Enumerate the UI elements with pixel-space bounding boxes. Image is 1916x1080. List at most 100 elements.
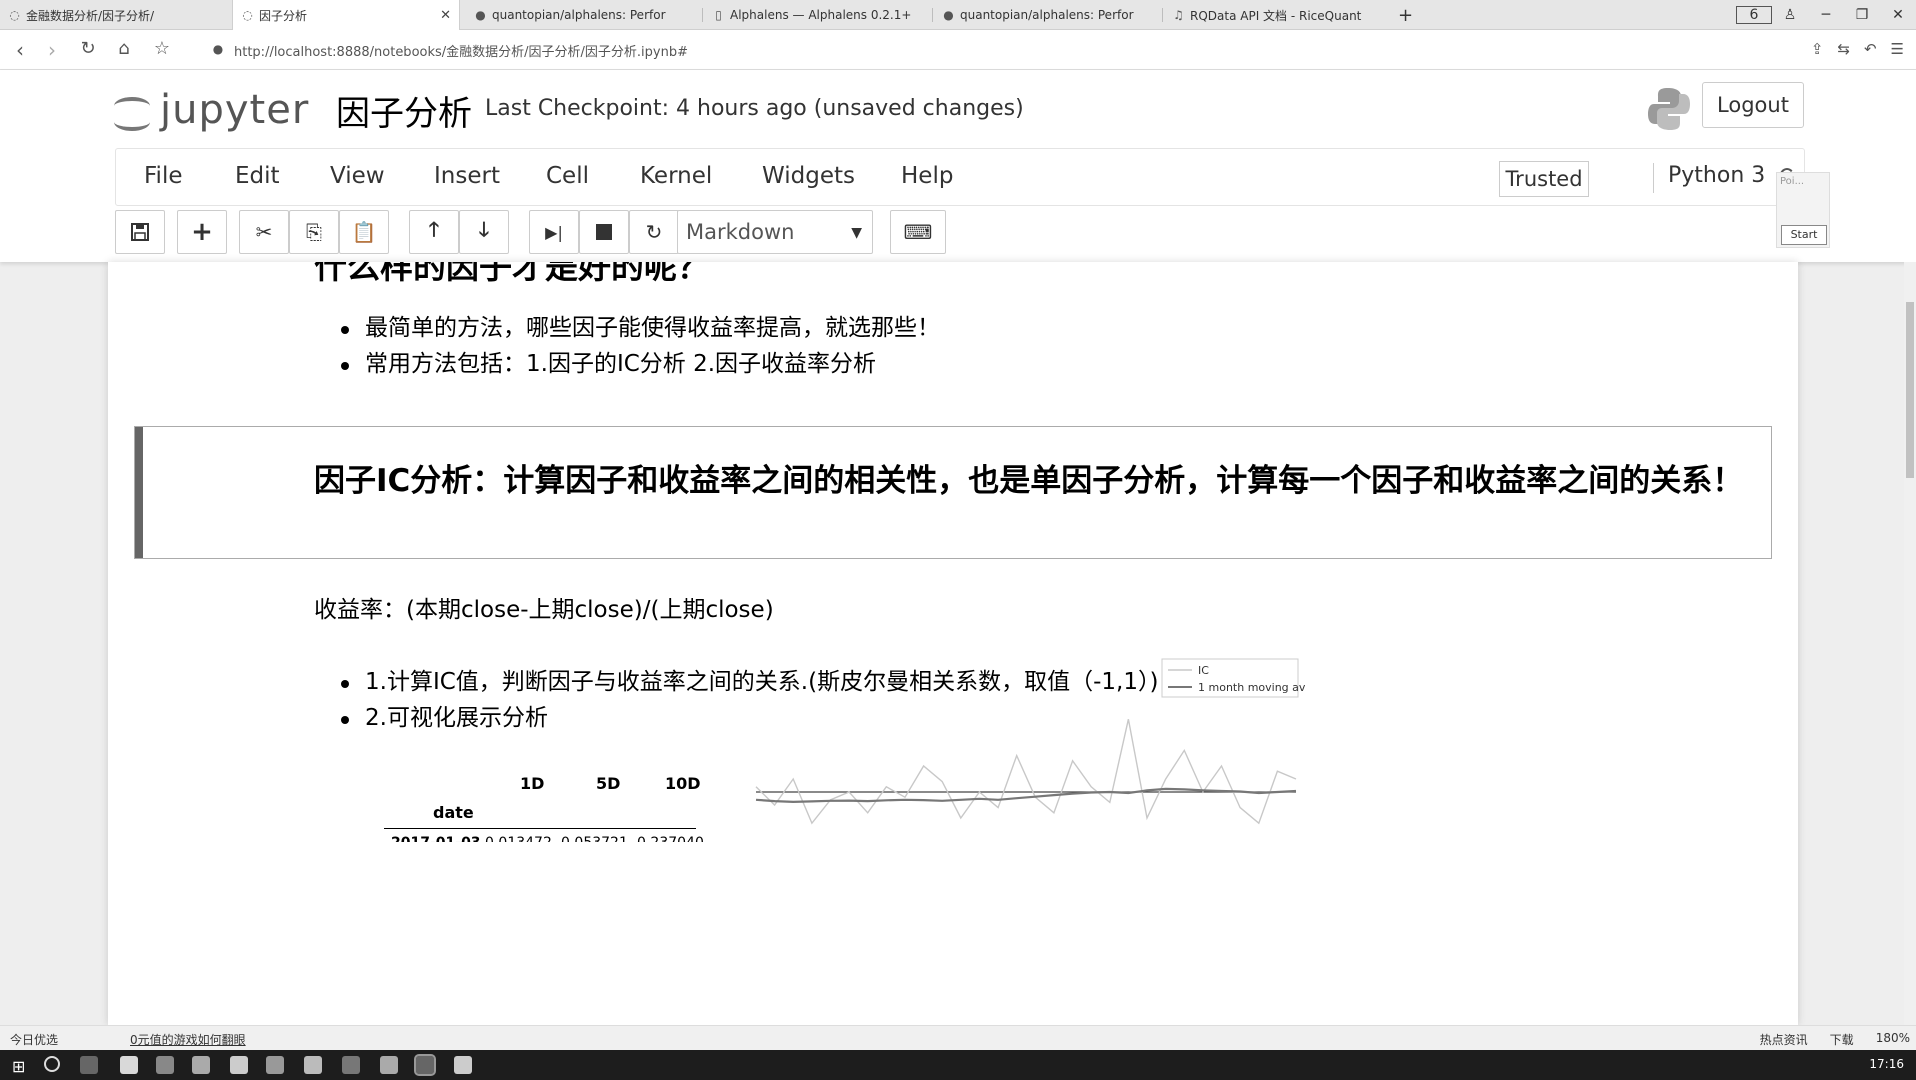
tab-count: 6 (1736, 6, 1772, 24)
restart-icon: ↻ (645, 220, 663, 244)
browser-tab[interactable]: ◌ 金融数据分析/因子分析/ (0, 0, 232, 30)
loading-icon: ◌ (242, 7, 253, 22)
move-up-button[interactable]: 🡑 (409, 210, 459, 254)
checkpoint-status: Last Checkpoint: 4 hours ago (unsaved ch… (485, 96, 1024, 121)
heading-good-factors: 什么样的因子才是好的呢？ (314, 262, 710, 286)
menu-file[interactable]: File (144, 163, 183, 189)
share-icon[interactable]: ⇪ (1811, 40, 1824, 58)
paste-button[interactable]: 📋 (339, 210, 389, 254)
move-down-button[interactable]: 🡓 (459, 210, 509, 254)
status-news-link[interactable]: 0元值的游戏如何翻眼 (130, 1031, 246, 1048)
minimize-icon[interactable]: ─ (1808, 7, 1844, 23)
app-icon[interactable] (380, 1056, 398, 1074)
back-icon[interactable]: ‹ (8, 38, 32, 62)
restore-icon[interactable]: ❐ (1844, 7, 1880, 23)
os-taskbar: ⊞ 17:16 (0, 1050, 1916, 1080)
reload-icon[interactable]: ↻ (76, 38, 100, 59)
taskbar-clock[interactable]: 17:16 (1869, 1057, 1904, 1071)
task-view-icon[interactable] (80, 1056, 98, 1074)
bookmark-star-icon[interactable]: ☆ (150, 38, 174, 59)
tab-label: 因子分析 (259, 8, 308, 23)
browser-tab[interactable]: ● quantopian/alphalens: Perfor (466, 0, 702, 30)
forward-icon[interactable]: › (40, 38, 64, 62)
save-button[interactable] (115, 210, 165, 254)
menu-icon[interactable]: ☰ (1891, 40, 1904, 58)
browser-tab-active[interactable]: ◌ 因子分析 ✕ (232, 0, 460, 30)
cut-button[interactable]: ✂ (239, 210, 289, 254)
cell-selection-bar (135, 427, 143, 558)
table-column-header: 5D (596, 774, 621, 793)
tab-count-badge[interactable]: 6 (1736, 6, 1772, 24)
jupyter-logo-icon (112, 89, 154, 131)
app-icon[interactable] (192, 1056, 210, 1074)
site-info-icon[interactable]: ● (206, 42, 230, 56)
app-icon[interactable] (454, 1056, 472, 1074)
undo-icon[interactable]: ↶ (1864, 40, 1877, 58)
page-icon: ▯ (715, 7, 722, 22)
browser-tab[interactable]: ● quantopian/alphalens: Perfor (934, 0, 1162, 30)
close-window-icon[interactable]: ✕ (1880, 7, 1916, 23)
status-left-text[interactable]: 今日优选 (10, 1031, 58, 1048)
shirt-icon[interactable]: ♙ (1772, 7, 1808, 23)
interrupt-button[interactable] (579, 210, 629, 254)
paste-icon: 📋 (351, 220, 377, 244)
notebook-title[interactable]: 因子分析 (336, 86, 472, 135)
browser-app-icon[interactable] (414, 1054, 436, 1076)
run-button[interactable]: ▶| (529, 210, 579, 254)
kernel-name[interactable]: Python 3 (1668, 163, 1765, 188)
legend-label-avg: 1 month moving avg (1198, 681, 1306, 694)
table-cell: -0.053721 (556, 832, 628, 842)
restart-button[interactable]: ↻ (629, 210, 679, 254)
bell-icon: ♫ (1173, 7, 1184, 22)
jupyter-header: jupyter 因子分析 Last Checkpoint: 4 hours ag… (0, 70, 1916, 262)
browser-tab[interactable]: ♫ RQData API 文档 - RiceQuant (1164, 0, 1384, 30)
home-icon[interactable]: ⌂ (112, 38, 136, 59)
new-tab-button[interactable]: + (1390, 0, 1420, 30)
bullet-list: 最简单的方法，哪些因子能使得收益率提高，就选那些！ 常用方法包括：1.因子的IC… (341, 310, 940, 382)
menu-widgets[interactable]: Widgets (762, 163, 855, 189)
menu-help[interactable]: Help (901, 163, 953, 189)
app-icon[interactable] (120, 1056, 138, 1074)
close-tab-icon[interactable]: ✕ (440, 8, 451, 23)
windows-start-icon[interactable]: ⊞ (12, 1057, 25, 1076)
status-zoom[interactable]: 180% (1876, 1031, 1910, 1048)
tab-label: quantopian/alphalens: Perfor (960, 8, 1134, 22)
page-scrollbar[interactable] (1904, 262, 1916, 1025)
stop-icon (596, 224, 612, 240)
cell-type-select[interactable]: Markdown ▼ (677, 210, 873, 254)
app-icon[interactable] (230, 1056, 248, 1074)
tab-label: 金融数据分析/因子分析/ (26, 8, 155, 23)
selected-markdown-cell[interactable]: 因子IC分析：计算因子和收益率之间的相关性，也是单因子分析，计算每一个因子和收益… (134, 426, 1772, 559)
sync-icon[interactable]: ⇆ (1837, 40, 1850, 58)
menu-insert[interactable]: Insert (434, 163, 500, 189)
return-definition: 收益率：(本期close-上期close)/(上期close) (314, 597, 774, 623)
plus-icon: + (191, 217, 213, 247)
trusted-button[interactable]: Trusted (1499, 161, 1589, 197)
start-button[interactable]: Start (1781, 225, 1827, 245)
status-download[interactable]: 下载 (1830, 1031, 1854, 1048)
menu-cell[interactable]: Cell (546, 163, 589, 189)
window-controls: 6 ♙ ─ ❐ ✕ (1736, 0, 1916, 30)
menu-view[interactable]: View (330, 163, 385, 189)
logo-text: jupyter (160, 87, 310, 133)
status-hot-news[interactable]: 热点资讯 (1760, 1031, 1808, 1048)
scrollbar-thumb[interactable] (1906, 302, 1914, 478)
table-rule (384, 828, 696, 829)
address-bar-actions: ⇪ ⇆ ↶ ☰ (1811, 40, 1904, 58)
menu-edit[interactable]: Edit (235, 163, 280, 189)
search-icon[interactable] (44, 1056, 60, 1072)
ic-line-chart: IC 1 month moving avg (755, 658, 1306, 825)
jupyter-logo[interactable]: jupyter (112, 80, 309, 140)
notebook-container: 什么样的因子才是好的呢？ 最简单的方法，哪些因子能使得收益率提高，就选那些！ 常… (108, 262, 1798, 1025)
menu-kernel[interactable]: Kernel (640, 163, 712, 189)
app-icon[interactable] (342, 1056, 360, 1074)
insert-cell-button[interactable]: + (177, 210, 227, 254)
logout-button[interactable]: Logout (1702, 82, 1804, 128)
app-icon[interactable] (304, 1056, 322, 1074)
browser-tab[interactable]: ▯ Alphalens — Alphalens 0.2.1+ (704, 0, 932, 30)
command-palette-button[interactable]: ⌨ (890, 210, 946, 254)
url-text[interactable]: http://localhost:8888/notebooks/金融数据分析/因… (234, 41, 688, 60)
copy-button[interactable]: ⎘ (289, 210, 339, 254)
folder-icon[interactable] (156, 1056, 174, 1074)
app-icon[interactable] (266, 1056, 284, 1074)
